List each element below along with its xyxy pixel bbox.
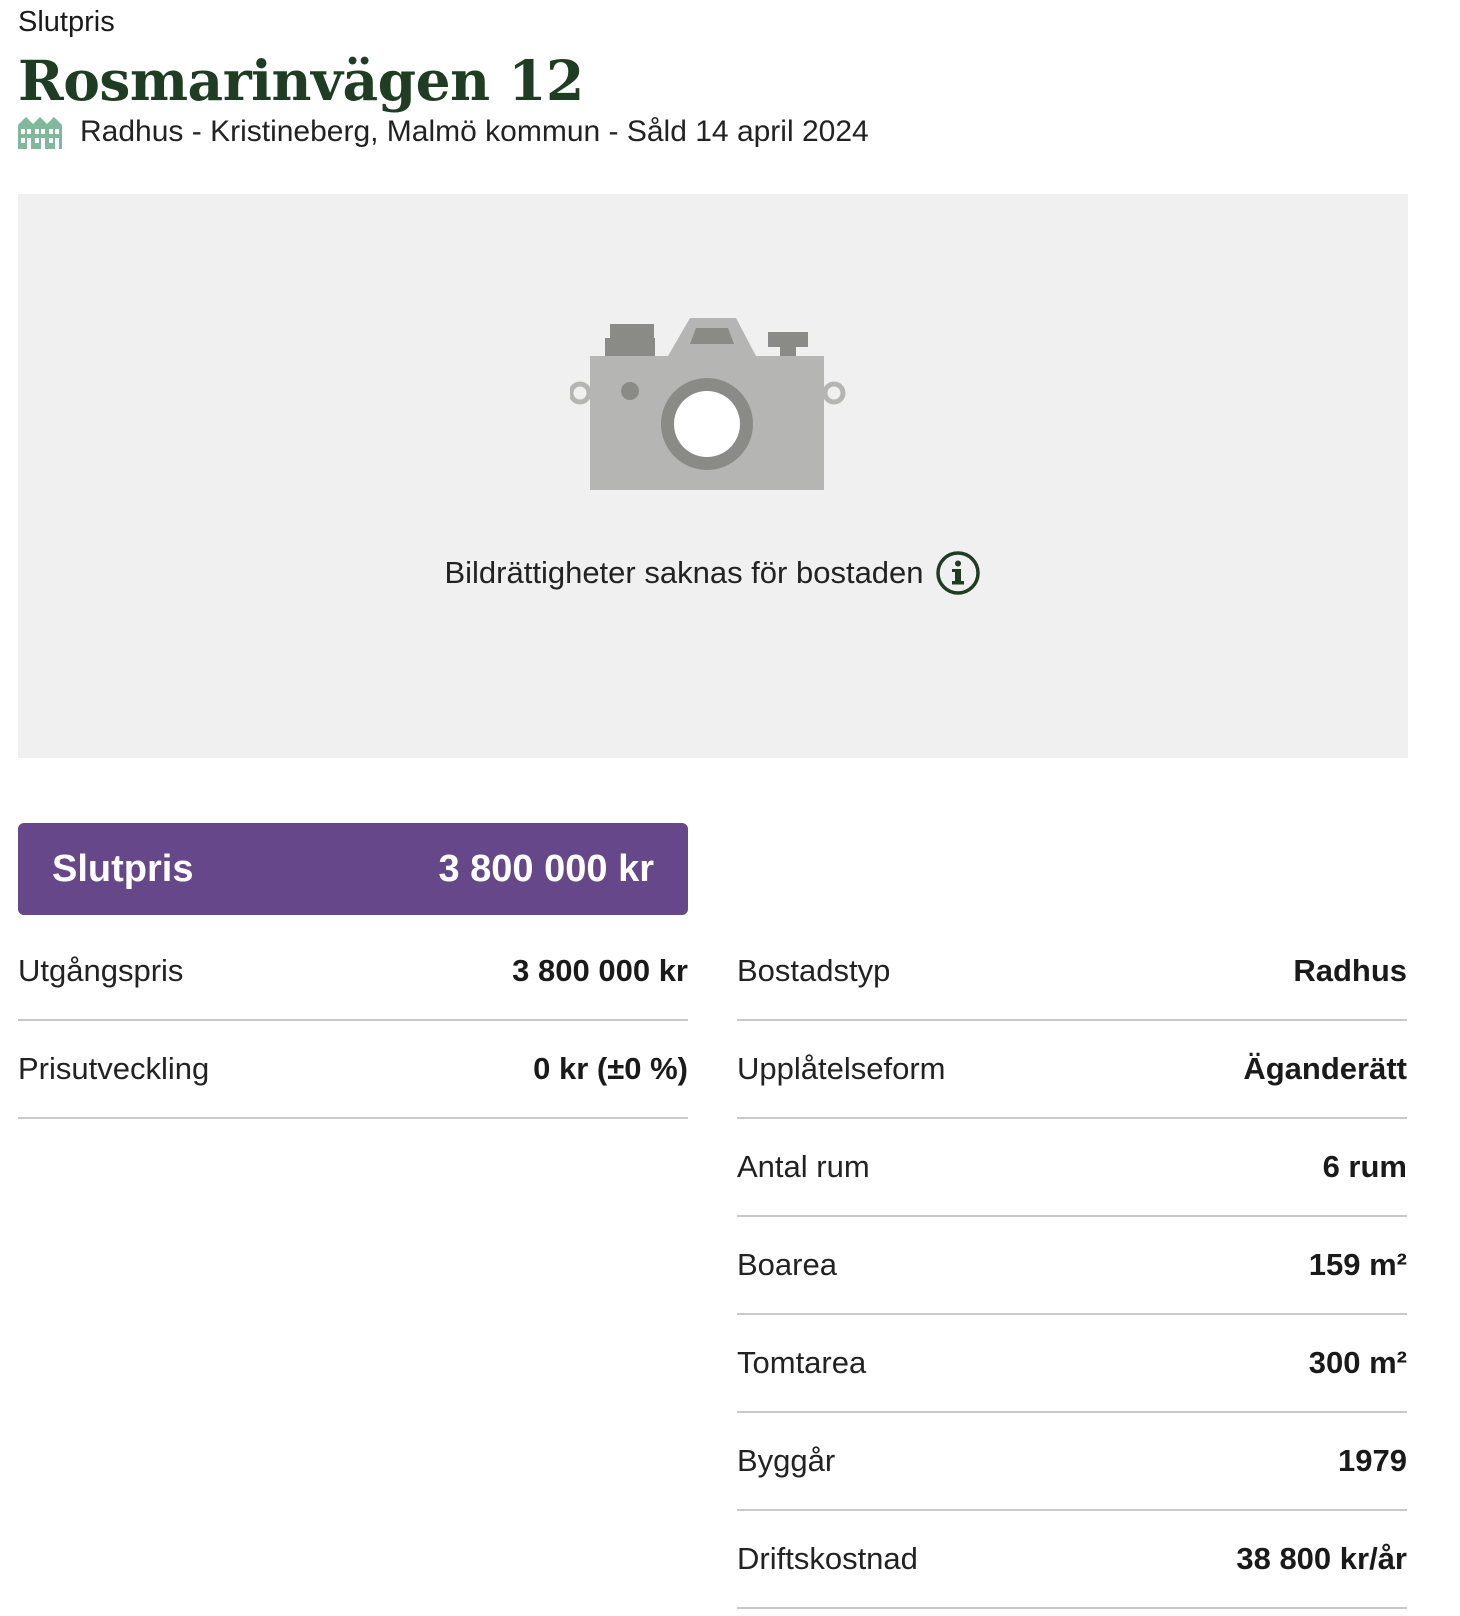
fact-value: 3 800 000 kr <box>512 953 688 988</box>
price-facts-list: Utgångspris 3 800 000 kr Prisutveckling … <box>18 923 688 1119</box>
fact-row-housing-type: Bostadstyp Radhus <box>737 923 1407 1021</box>
fact-value: 6 rum <box>1322 1149 1407 1184</box>
property-summary: Radhus - Kristineberg, Malmö kommun - Så… <box>80 115 869 148</box>
fact-value: 300 m² <box>1308 1345 1407 1380</box>
page-eyebrow: Slutpris <box>18 6 115 38</box>
fact-label: Byggår <box>737 1443 836 1478</box>
fact-row-build-year: Byggår 1979 <box>737 1413 1407 1511</box>
fact-value: 1979 <box>1338 1443 1407 1478</box>
page-title: Rosmarinvägen 12 <box>18 48 584 113</box>
info-icon[interactable] <box>934 549 982 597</box>
final-price-bar: Slutpris 3 800 000 kr <box>18 823 688 915</box>
property-subtitle: Radhus - Kristineberg, Malmö kommun - Så… <box>18 115 869 149</box>
fact-label: Antal rum <box>737 1149 870 1184</box>
fact-row-price-change: Prisutveckling 0 kr (±0 %) <box>18 1021 688 1119</box>
fact-row-asking-price: Utgångspris 3 800 000 kr <box>18 923 688 1021</box>
fact-row-tenure: Upplåtelseform Äganderätt <box>737 1021 1407 1119</box>
townhouse-icon <box>18 117 62 149</box>
final-price-value: 3 800 000 kr <box>438 847 654 890</box>
fact-label: Upplåtelseform <box>737 1051 946 1086</box>
fact-value: 159 m² <box>1308 1247 1407 1282</box>
image-rights-note: Bildrättigheter saknas för bostaden <box>18 549 1408 597</box>
fact-row-living-area: Boarea 159 m² <box>737 1217 1407 1315</box>
final-price-label: Slutpris <box>52 847 194 890</box>
fact-value: Radhus <box>1293 953 1407 988</box>
fact-row-rooms: Antal rum 6 rum <box>737 1119 1407 1217</box>
fact-label: Prisutveckling <box>18 1051 210 1086</box>
fact-label: Bostadstyp <box>737 953 891 988</box>
fact-label: Utgångspris <box>18 953 184 988</box>
fact-label: Tomtarea <box>737 1345 867 1380</box>
property-facts-list: Bostadstyp Radhus Upplåtelseform Ägander… <box>737 923 1407 1609</box>
fact-value: 0 kr (±0 %) <box>533 1051 688 1086</box>
fact-value: 38 800 kr/år <box>1236 1541 1407 1576</box>
image-placeholder: Bildrättigheter saknas för bostaden <box>18 194 1408 758</box>
camera-icon <box>570 318 846 490</box>
fact-row-plot-area: Tomtarea 300 m² <box>737 1315 1407 1413</box>
fact-value: Äganderätt <box>1243 1051 1407 1086</box>
fact-label: Driftskostnad <box>737 1541 918 1576</box>
fact-row-operating-cost: Driftskostnad 38 800 kr/år <box>737 1511 1407 1609</box>
fact-label: Boarea <box>737 1247 837 1282</box>
image-rights-text: Bildrättigheter saknas för bostaden <box>444 555 924 590</box>
